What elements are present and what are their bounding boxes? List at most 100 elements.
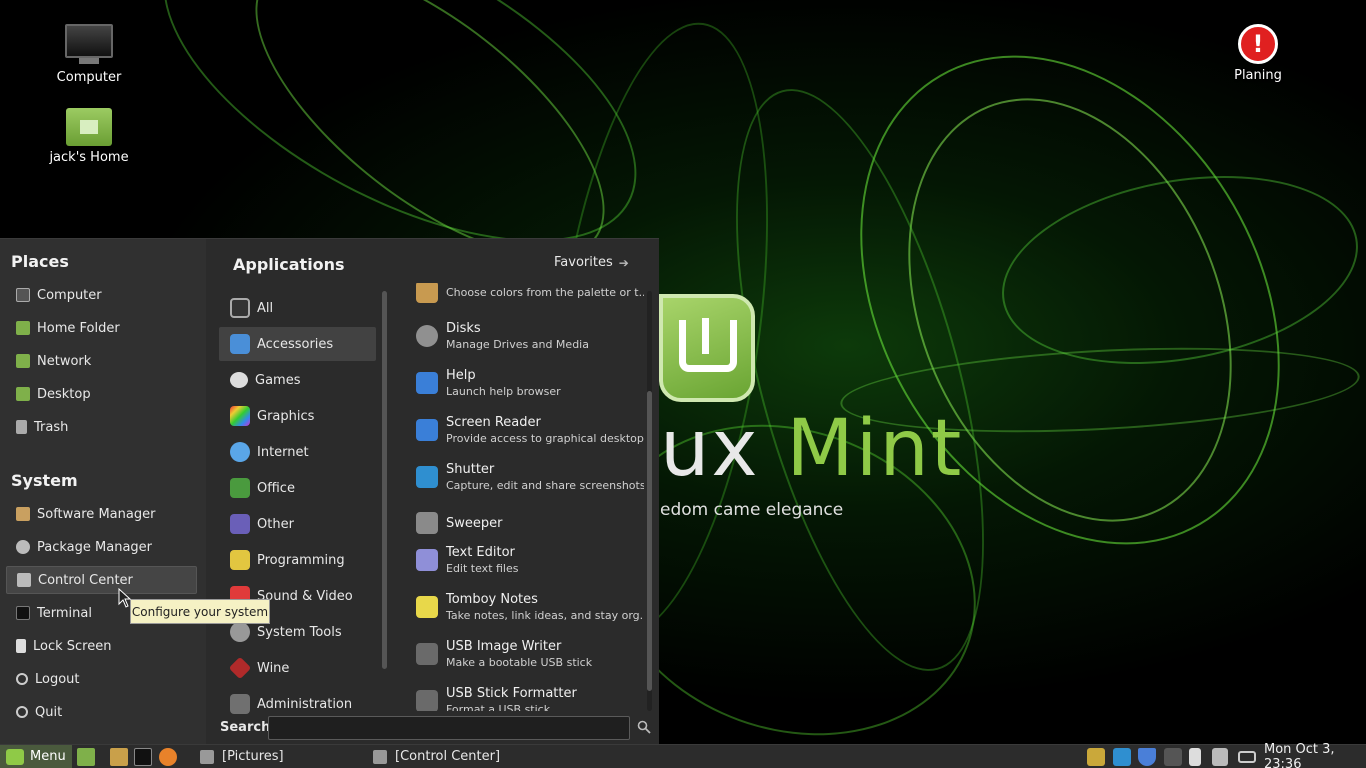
- places-item-label: Network: [37, 353, 92, 369]
- battery-icon[interactable]: [1238, 751, 1256, 763]
- app-description: Capture, edit and share screenshots: [446, 479, 644, 492]
- category-graphics[interactable]: Graphics: [219, 399, 376, 433]
- search-icon[interactable]: [637, 720, 651, 734]
- desktop-icon-home[interactable]: jack's Home: [39, 108, 139, 165]
- programming-icon: [230, 550, 250, 570]
- desktop-icon-planing[interactable]: ! Planing: [1208, 24, 1308, 83]
- alert-icon: !: [1238, 24, 1278, 64]
- app-name: Disks: [446, 321, 481, 336]
- desktop-icon-computer[interactable]: Computer: [39, 24, 139, 85]
- home-folder-icon: [16, 321, 30, 335]
- category-label: Office: [257, 480, 295, 496]
- app-item-usb-stick-formatter[interactable]: USB Stick Formatter Format a USB stick: [416, 685, 631, 711]
- app-item-usb-image-writer[interactable]: USB Image Writer Make a bootable USB sti…: [416, 638, 631, 670]
- linux-mint-logo: [659, 294, 755, 402]
- terminal-launcher-icon[interactable]: [134, 748, 152, 766]
- system-item-label: Logout: [35, 671, 80, 687]
- app-item-disks[interactable]: Disks Manage Drives and Media: [416, 320, 631, 352]
- app-name: Tomboy Notes: [446, 592, 538, 607]
- menu-button[interactable]: Menu: [0, 745, 72, 768]
- taskbar-item-pictures[interactable]: [Pictures]: [200, 745, 284, 768]
- system-item-label: Software Manager: [37, 506, 156, 522]
- control-center-icon: [373, 749, 387, 764]
- categories-scrollbar[interactable]: [382, 291, 387, 669]
- package-manager-icon: [16, 540, 30, 554]
- network-tray-icon[interactable]: [1164, 748, 1182, 766]
- disks-icon: [416, 325, 438, 347]
- category-label: Sound & Video: [257, 588, 353, 604]
- update-manager-icon[interactable]: [1087, 748, 1105, 766]
- system-item-label: Lock Screen: [33, 638, 112, 654]
- home-folder-icon: [66, 108, 112, 146]
- system-item-control-center[interactable]: Control Center: [6, 566, 197, 594]
- system-item-package-manager[interactable]: Package Manager: [6, 533, 197, 561]
- system-item-label: Quit: [35, 704, 63, 720]
- app-item-tomboy-notes[interactable]: Tomboy Notes Take notes, link ideas, and…: [416, 591, 644, 623]
- applications-scrollbar[interactable]: [647, 291, 652, 711]
- category-internet[interactable]: Internet: [219, 435, 376, 469]
- places-title: Places: [11, 252, 69, 271]
- places-item-computer[interactable]: Computer: [6, 281, 197, 309]
- category-accessories[interactable]: Accessories: [219, 327, 376, 361]
- volume-icon[interactable]: [1212, 748, 1228, 766]
- system-item-quit[interactable]: Quit: [6, 698, 197, 726]
- system-item-software-manager[interactable]: Software Manager: [6, 500, 197, 528]
- taskbar-item-control-center[interactable]: [Control Center]: [373, 745, 500, 768]
- category-office[interactable]: Office: [219, 471, 376, 505]
- shield-icon[interactable]: [1138, 748, 1156, 766]
- category-label: All: [257, 300, 274, 316]
- usb-icon: [416, 643, 438, 665]
- app-description: Provide access to graphical desktop...: [446, 432, 644, 445]
- category-wine[interactable]: Wine: [219, 651, 376, 685]
- favorites-button[interactable]: Favorites ➔: [554, 255, 629, 270]
- clock[interactable]: Mon Oct 3, 23:36: [1264, 742, 1366, 768]
- shutter-tray-icon[interactable]: [1113, 748, 1131, 766]
- logout-icon: [16, 673, 28, 685]
- tooltip: Configure your system: [130, 599, 270, 624]
- category-label: Administration: [257, 696, 353, 712]
- places-item-trash[interactable]: Trash: [6, 413, 197, 441]
- applications-title: Applications: [233, 255, 345, 274]
- places-item-network[interactable]: Network: [6, 347, 197, 375]
- arrow-right-icon: ➔: [618, 255, 629, 270]
- app-description: Make a bootable USB stick: [446, 656, 593, 669]
- system-item-label: Terminal: [37, 605, 92, 621]
- file-manager-icon[interactable]: [110, 748, 128, 766]
- places-item-desktop[interactable]: Desktop: [6, 380, 197, 408]
- category-label: System Tools: [257, 624, 342, 640]
- system-item-logout[interactable]: Logout: [6, 665, 197, 693]
- show-desktop-icon[interactable]: [77, 748, 95, 766]
- system-item-lock-screen[interactable]: Lock Screen: [6, 632, 197, 660]
- trash-icon: [16, 420, 27, 434]
- app-item-shutter[interactable]: Shutter Capture, edit and share screensh…: [416, 461, 644, 493]
- bluetooth-icon[interactable]: [1189, 748, 1201, 766]
- places-item-home-folder[interactable]: Home Folder: [6, 314, 197, 342]
- terminal-icon: [16, 606, 30, 620]
- text-editor-icon: [416, 549, 438, 571]
- app-item-color-picker[interactable]: Choose colors from the palette or t...: [416, 283, 644, 303]
- app-item-text-editor[interactable]: Text Editor Edit text files: [416, 544, 631, 576]
- internet-icon: [230, 442, 250, 462]
- category-all[interactable]: All: [219, 291, 376, 325]
- computer-icon: [16, 288, 30, 302]
- search-input[interactable]: [268, 716, 630, 740]
- menu-button-label: Menu: [30, 749, 66, 764]
- app-item-sweeper[interactable]: Sweeper: [416, 512, 631, 534]
- app-name: USB Stick Formatter: [446, 686, 577, 701]
- app-item-screen-reader[interactable]: Screen Reader Provide access to graphica…: [416, 414, 644, 446]
- app-description: Manage Drives and Media: [446, 338, 589, 351]
- category-other[interactable]: Other: [219, 507, 376, 541]
- app-item-help[interactable]: Help Launch help browser: [416, 367, 631, 399]
- power-icon: [16, 706, 28, 718]
- category-games[interactable]: Games: [219, 363, 376, 397]
- category-label: Other: [257, 516, 294, 532]
- firefox-icon[interactable]: [159, 748, 177, 766]
- category-label: Accessories: [257, 336, 334, 352]
- wallpaper-tagline: edom came elegance: [660, 500, 844, 520]
- favorites-label: Favorites: [554, 255, 613, 270]
- applications-list: Choose colors from the palette or t... D…: [396, 283, 644, 711]
- category-programming[interactable]: Programming: [219, 543, 376, 577]
- app-name: Shutter: [446, 462, 495, 477]
- app-description: Format a USB stick: [446, 703, 551, 711]
- menu-left-pane: Places Computer Home Folder Network Desk…: [0, 239, 206, 745]
